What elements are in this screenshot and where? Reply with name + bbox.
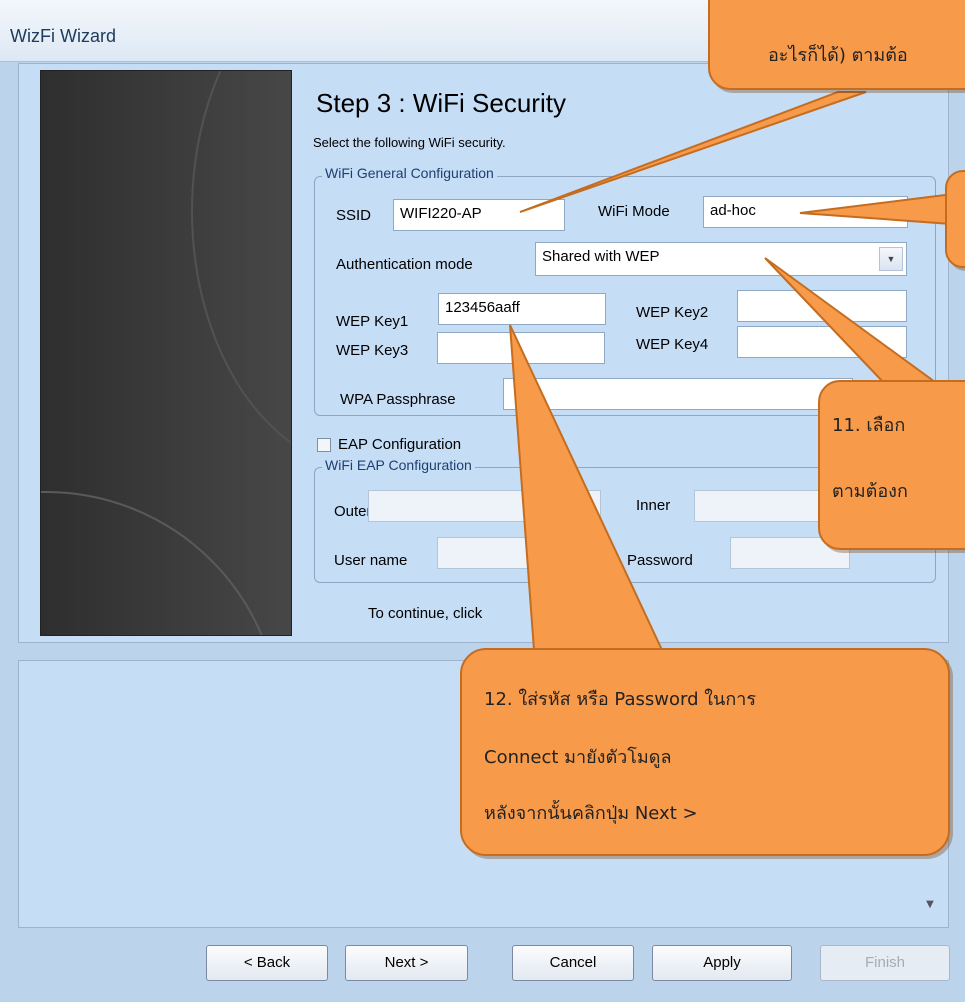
outer-label: Outer <box>334 503 372 520</box>
username-input[interactable] <box>437 537 607 569</box>
eap-config-title: WiFi EAP Configuration <box>322 457 475 473</box>
wifi-mode-label: WiFi Mode <box>598 203 670 220</box>
callout-bottom-line1: 12. ใส่รหัส หรือ Password ในการ <box>484 689 756 710</box>
ssid-label: SSID <box>336 207 372 224</box>
cancel-button[interactable]: Cancel <box>512 945 634 981</box>
step-title: Step 3 : WiFi Security <box>316 88 566 118</box>
callout-bottom-line2: Connect มายังตัวโมดูล <box>484 747 672 768</box>
auth-mode-select[interactable]: Shared with WEP ▼ <box>535 242 907 276</box>
inner-label: Inner <box>636 497 671 514</box>
apply-button[interactable]: Apply <box>652 945 792 981</box>
step-subtitle: Select the following WiFi security. <box>313 135 506 150</box>
wifi-mode-value: ad-hoc <box>710 202 756 219</box>
ssid-input[interactable]: WIFI220-AP <box>393 199 565 231</box>
wep-key4-label: WEP Key4 <box>636 336 709 353</box>
auth-mode-value: Shared with WEP <box>542 248 660 265</box>
eap-checkbox[interactable] <box>317 438 331 452</box>
callout-right-top <box>945 170 965 268</box>
decorative-curve <box>41 491 281 635</box>
wpa-passphrase-label: WPA Passphrase <box>340 391 456 408</box>
wep-key2-label: WEP Key2 <box>636 304 709 321</box>
callout-bottom-line3: หลังจากนั้นคลิกปุ่ม Next > <box>484 803 698 824</box>
chevron-down-icon[interactable]: ▼ <box>879 247 903 271</box>
password-label: Password <box>627 552 693 569</box>
callout-top: อะไรก็ได้) ตามต้อ <box>708 0 965 90</box>
general-config-title: WiFi General Configuration <box>322 165 497 181</box>
callout-top-text: อะไรก็ได้) ตามต้อ <box>768 45 908 66</box>
decorative-curve <box>191 71 291 471</box>
back-button[interactable]: < Back <box>206 945 328 981</box>
eap-checkbox-label: EAP Configuration <box>338 436 462 453</box>
callout-right: 11. เลือก ตามต้องก <box>818 380 965 550</box>
scroll-down-icon[interactable]: ▼ <box>918 890 942 920</box>
callout-right-line1: 11. เลือก <box>832 415 906 436</box>
wpa-passphrase-input[interactable] <box>503 378 853 410</box>
window-title: WizFi Wizard <box>10 26 116 46</box>
wep-key1-input[interactable]: 123456aaff <box>438 293 606 325</box>
callout-bottom: 12. ใส่รหัส หรือ Password ในการ Connect … <box>460 648 950 856</box>
finish-button[interactable]: Finish <box>820 945 950 981</box>
auth-mode-label: Authentication mode <box>336 256 473 273</box>
wep-key4-input[interactable] <box>737 326 907 358</box>
outer-select[interactable] <box>368 490 601 522</box>
wep-key1-label: WEP Key1 <box>336 313 409 330</box>
wep-key2-input[interactable] <box>737 290 907 322</box>
callout-right-line2: ตามต้องก <box>832 481 908 502</box>
wizard-side-image <box>40 70 292 636</box>
next-button[interactable]: Next > <box>345 945 468 981</box>
username-label: User name <box>334 552 408 569</box>
wifi-mode-select[interactable]: ad-hoc <box>703 196 908 228</box>
wep-key3-label: WEP Key3 <box>336 342 409 359</box>
continue-instruction: To continue, click <box>368 605 483 622</box>
wep-key3-input[interactable] <box>437 332 605 364</box>
